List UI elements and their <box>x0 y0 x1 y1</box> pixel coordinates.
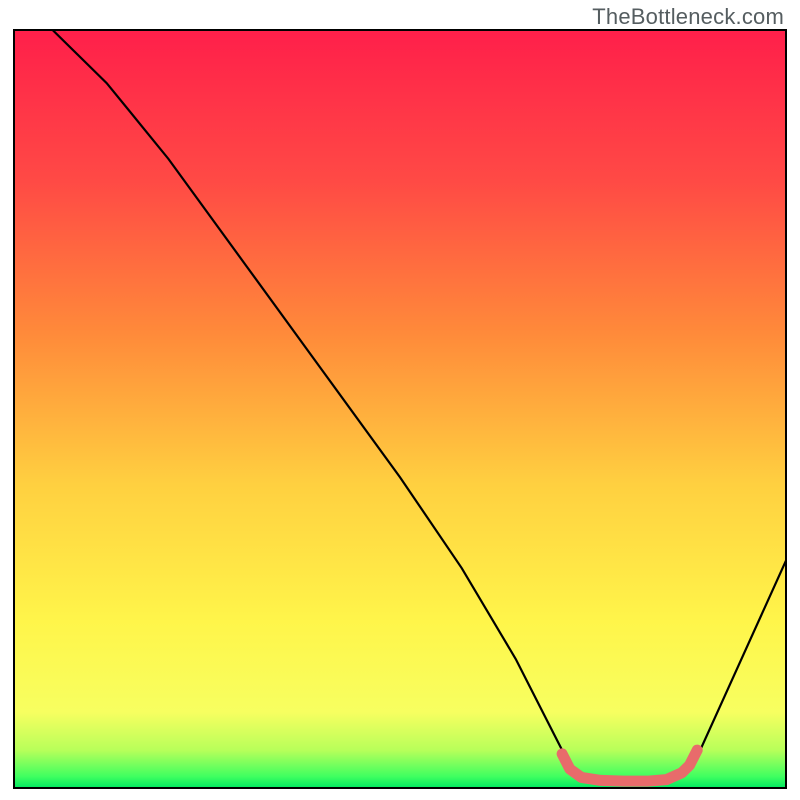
bottleneck-chart <box>0 0 800 800</box>
chart-container: { "watermark": "TheBottleneck.com", "col… <box>0 0 800 800</box>
watermark-text: TheBottleneck.com <box>592 4 784 30</box>
gradient-background <box>14 30 786 788</box>
